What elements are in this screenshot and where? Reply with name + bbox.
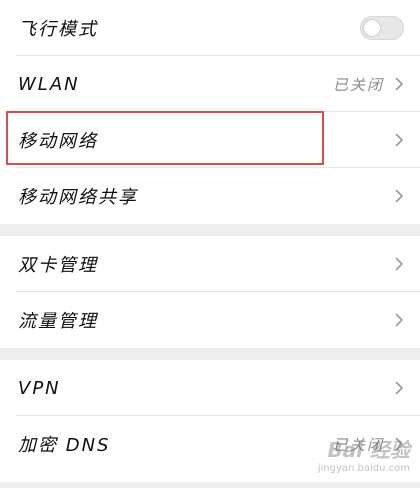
mobile-hotspot-label: 移动网络共享 <box>18 187 138 208</box>
mobile-hotspot-row[interactable]: 移动网络共享 <box>0 168 420 224</box>
chevron-right-icon <box>395 189 404 203</box>
section-separator <box>0 348 420 360</box>
vpn-row[interactable]: VPN <box>0 360 420 416</box>
chevron-right-icon <box>395 257 404 271</box>
chevron-right-icon <box>395 77 404 91</box>
wlan-row[interactable]: WLAN 已关闭 <box>0 56 420 112</box>
section-sim: 双卡管理 流量管理 <box>0 236 420 348</box>
watermark-main: Bai 经验 <box>327 438 410 462</box>
airplane-mode-label: 飞行模式 <box>18 19 98 40</box>
chevron-right-icon <box>395 381 404 395</box>
bottom-separator <box>0 482 420 488</box>
watermark-sub: jingyan.baidu.com <box>317 463 410 474</box>
settings-list: 飞行模式 WLAN 已关闭 移动网络 移动网络共享 双卡管理 流量管理 VPN … <box>0 0 420 472</box>
private-dns-label: 加密 DNS <box>18 435 111 456</box>
wlan-label: WLAN <box>18 73 80 95</box>
dual-sim-label: 双卡管理 <box>18 255 98 276</box>
mobile-network-label: 移动网络 <box>18 131 98 152</box>
chevron-right-icon <box>395 313 404 327</box>
section-network: 飞行模式 WLAN 已关闭 移动网络 移动网络共享 <box>0 0 420 224</box>
toggle-knob <box>363 19 381 37</box>
data-usage-label: 流量管理 <box>18 311 98 332</box>
section-separator <box>0 224 420 236</box>
dual-sim-row[interactable]: 双卡管理 <box>0 236 420 292</box>
data-usage-row[interactable]: 流量管理 <box>0 292 420 348</box>
chevron-right-icon <box>395 133 404 147</box>
airplane-mode-toggle[interactable] <box>360 16 404 40</box>
watermark: Bai 经验 jingyan.baidu.com <box>318 434 410 474</box>
mobile-network-row[interactable]: 移动网络 <box>0 112 420 168</box>
airplane-mode-row[interactable]: 飞行模式 <box>0 0 420 56</box>
vpn-label: VPN <box>18 377 61 399</box>
wlan-status: 已关闭 <box>332 75 384 94</box>
